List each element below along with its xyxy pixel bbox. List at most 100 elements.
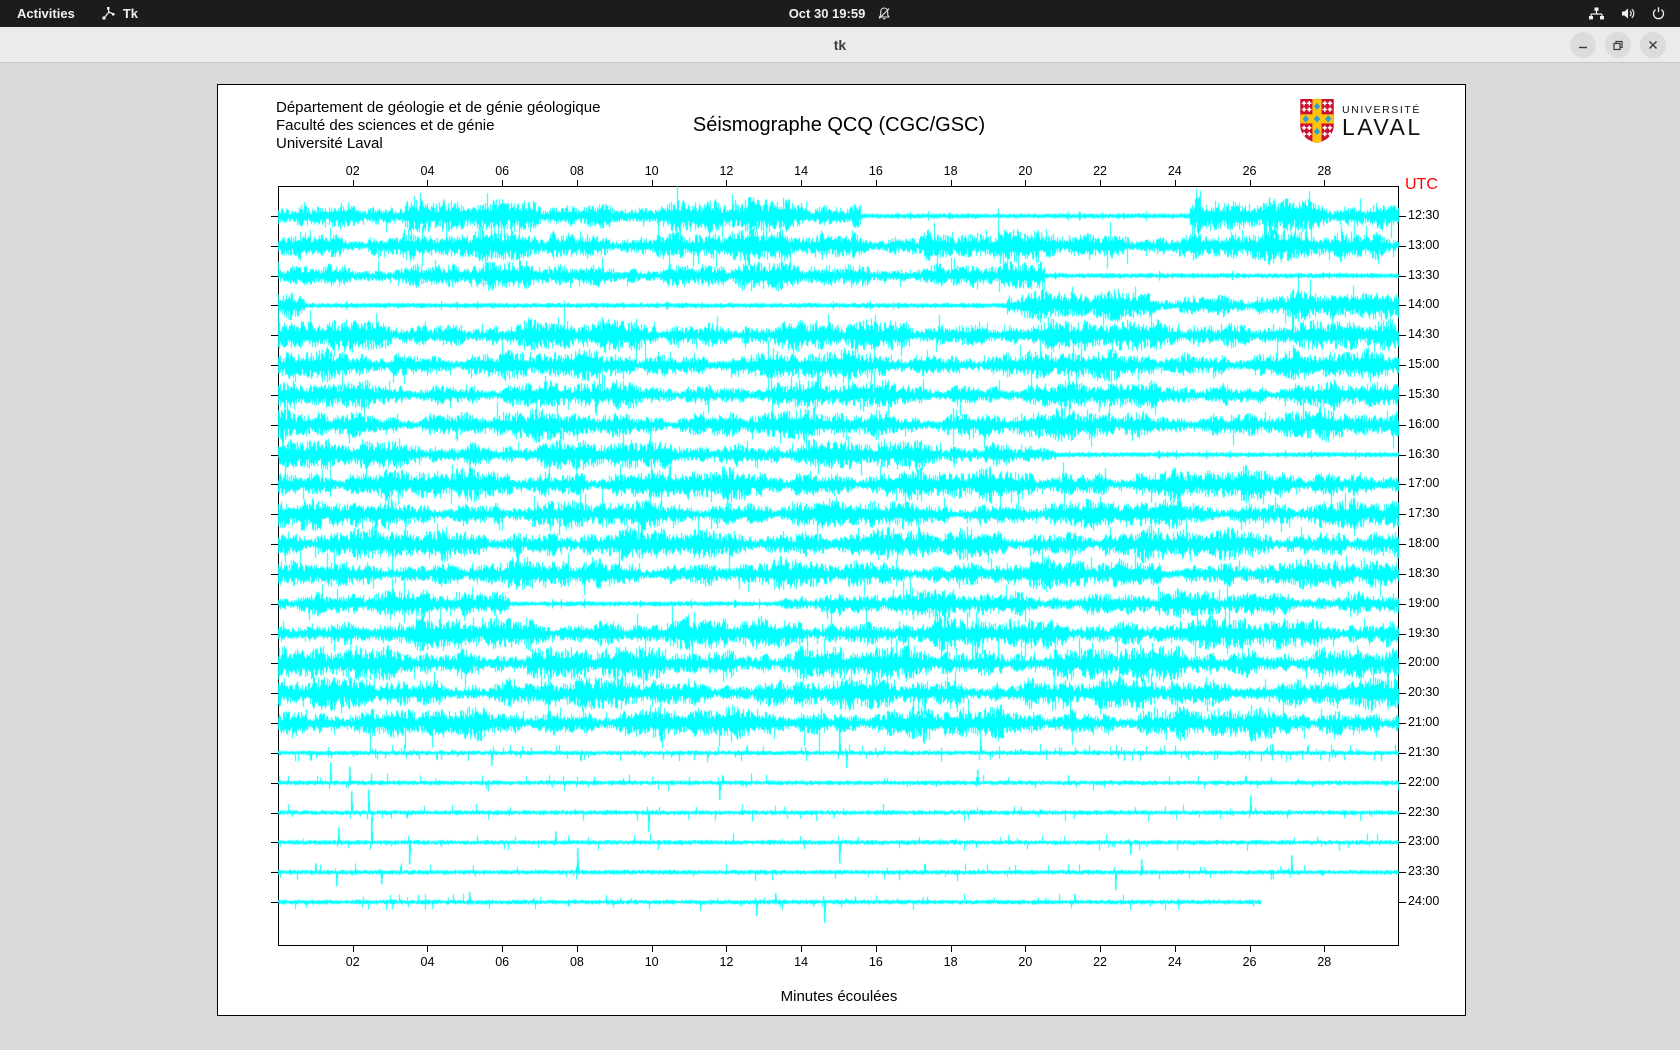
utc-row-label: 15:00 bbox=[1408, 357, 1439, 371]
x-tick-label-bottom: 10 bbox=[645, 955, 659, 969]
utc-row-label: 19:30 bbox=[1408, 626, 1439, 640]
x-tick-bottom bbox=[801, 946, 802, 952]
row-tick-left bbox=[271, 455, 278, 456]
x-tick-label-top: 12 bbox=[719, 164, 733, 178]
desktop-root: Activities Tk Oct 30 19:59 bbox=[0, 0, 1680, 1050]
row-tick-right bbox=[1399, 604, 1406, 605]
x-tick-bottom bbox=[427, 946, 428, 952]
clock-label: Oct 30 19:59 bbox=[789, 6, 866, 21]
x-tick-bottom bbox=[1250, 946, 1251, 952]
utc-row-label: 18:00 bbox=[1408, 536, 1439, 550]
x-tick-top bbox=[951, 180, 952, 186]
top-bar: Activities Tk Oct 30 19:59 bbox=[0, 0, 1680, 27]
x-tick-label-bottom: 16 bbox=[869, 955, 883, 969]
x-tick-label-top: 02 bbox=[346, 164, 360, 178]
row-tick-left bbox=[271, 514, 278, 515]
x-tick-label-bottom: 14 bbox=[794, 955, 808, 969]
x-tick-label-bottom: 20 bbox=[1018, 955, 1032, 969]
x-tick-top bbox=[652, 180, 653, 186]
utc-row-label: 17:30 bbox=[1408, 506, 1439, 520]
row-tick-right bbox=[1399, 842, 1406, 843]
row-tick-left bbox=[271, 574, 278, 575]
x-tick-bottom bbox=[1100, 946, 1101, 952]
row-tick-right bbox=[1399, 276, 1406, 277]
row-tick-right bbox=[1399, 455, 1406, 456]
utc-row-label: 24:00 bbox=[1408, 894, 1439, 908]
x-tick-bottom bbox=[726, 946, 727, 952]
row-tick-left bbox=[271, 872, 278, 873]
x-tick-top bbox=[1025, 180, 1026, 186]
x-tick-top bbox=[577, 180, 578, 186]
row-tick-left bbox=[271, 276, 278, 277]
utc-row-label: 23:30 bbox=[1408, 864, 1439, 878]
row-tick-right bbox=[1399, 723, 1406, 724]
window-titlebar[interactable]: tk bbox=[0, 27, 1680, 63]
x-tick-top bbox=[1324, 180, 1325, 186]
row-tick-left bbox=[271, 425, 278, 426]
maximize-button[interactable] bbox=[1605, 32, 1631, 58]
utc-row-label: 21:30 bbox=[1408, 745, 1439, 759]
row-tick-right bbox=[1399, 484, 1406, 485]
utc-row-label: 14:30 bbox=[1408, 327, 1439, 341]
row-tick-left bbox=[271, 365, 278, 366]
x-tick-bottom bbox=[577, 946, 578, 952]
utc-row-label: 16:30 bbox=[1408, 447, 1439, 461]
x-tick-bottom bbox=[951, 946, 952, 952]
utc-row-label: 20:30 bbox=[1408, 685, 1439, 699]
utc-row-label: 13:30 bbox=[1408, 268, 1439, 282]
row-tick-right bbox=[1399, 395, 1406, 396]
x-tick-label-bottom: 08 bbox=[570, 955, 584, 969]
row-tick-left bbox=[271, 335, 278, 336]
x-tick-label-top: 24 bbox=[1168, 164, 1182, 178]
row-tick-left bbox=[271, 395, 278, 396]
x-axis-label: Minutes écoulées bbox=[781, 988, 898, 1005]
utc-row-label: 16:00 bbox=[1408, 417, 1439, 431]
x-tick-label-top: 10 bbox=[645, 164, 659, 178]
notifications-muted-icon bbox=[876, 6, 891, 21]
row-tick-left bbox=[271, 842, 278, 843]
row-tick-left bbox=[271, 604, 278, 605]
x-tick-top bbox=[1250, 180, 1251, 186]
x-tick-label-top: 04 bbox=[421, 164, 435, 178]
minimize-button[interactable] bbox=[1570, 32, 1596, 58]
row-tick-left bbox=[271, 544, 278, 545]
row-tick-right bbox=[1399, 872, 1406, 873]
clock-area[interactable]: Oct 30 19:59 bbox=[789, 0, 892, 27]
x-tick-bottom bbox=[353, 946, 354, 952]
network-icon[interactable] bbox=[1588, 6, 1605, 21]
x-tick-label-top: 28 bbox=[1317, 164, 1331, 178]
volume-icon[interactable] bbox=[1620, 6, 1636, 21]
seismogram-traces bbox=[218, 85, 1465, 1015]
x-tick-label-top: 18 bbox=[944, 164, 958, 178]
row-tick-left bbox=[271, 813, 278, 814]
row-tick-left bbox=[271, 723, 278, 724]
row-tick-right bbox=[1399, 216, 1406, 217]
power-icon[interactable] bbox=[1651, 6, 1666, 21]
utc-row-label: 13:00 bbox=[1408, 238, 1439, 252]
row-tick-left bbox=[271, 663, 278, 664]
activities-button[interactable]: Activities bbox=[17, 6, 75, 21]
x-tick-label-top: 26 bbox=[1243, 164, 1257, 178]
close-button[interactable] bbox=[1640, 32, 1666, 58]
row-tick-right bbox=[1399, 544, 1406, 545]
x-tick-label-top: 20 bbox=[1018, 164, 1032, 178]
x-tick-label-bottom: 28 bbox=[1317, 955, 1331, 969]
utc-row-label: 23:00 bbox=[1408, 834, 1439, 848]
x-tick-bottom bbox=[1324, 946, 1325, 952]
utc-row-label: 14:00 bbox=[1408, 297, 1439, 311]
row-tick-right bbox=[1399, 663, 1406, 664]
x-tick-label-bottom: 02 bbox=[346, 955, 360, 969]
x-tick-top bbox=[726, 180, 727, 186]
utc-row-label: 19:00 bbox=[1408, 596, 1439, 610]
utc-row-label: 12:30 bbox=[1408, 208, 1439, 222]
utc-row-label: 22:00 bbox=[1408, 775, 1439, 789]
window-content: Département de géologie et de génie géol… bbox=[0, 63, 1680, 1050]
row-tick-right bbox=[1399, 246, 1406, 247]
row-tick-right bbox=[1399, 514, 1406, 515]
x-tick-label-bottom: 04 bbox=[421, 955, 435, 969]
tk-app-indicator[interactable]: Tk bbox=[101, 6, 138, 21]
row-tick-left bbox=[271, 902, 278, 903]
system-status-area bbox=[1588, 0, 1666, 27]
row-tick-right bbox=[1399, 365, 1406, 366]
row-tick-left bbox=[271, 753, 278, 754]
